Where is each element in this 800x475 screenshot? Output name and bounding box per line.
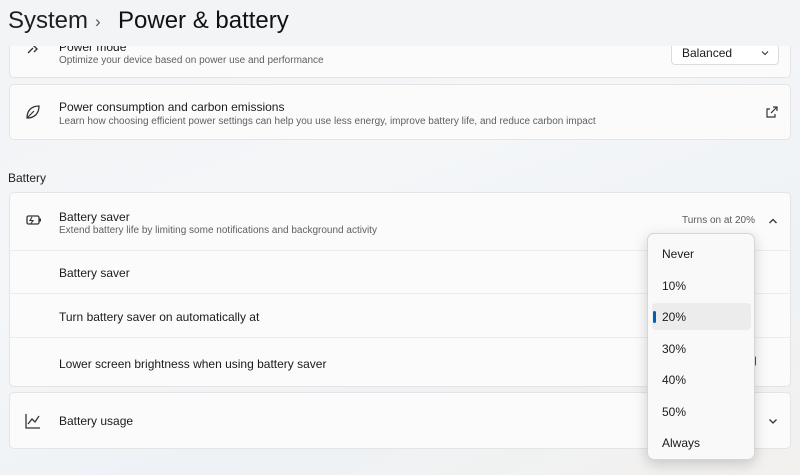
battery-saver-subtitle: Extend battery life by limiting some not… bbox=[59, 225, 377, 236]
dropdown-option-20[interactable]: 20% bbox=[652, 303, 751, 330]
power-consumption-subtitle: Learn how choosing efficient power setti… bbox=[59, 116, 596, 127]
chart-icon bbox=[25, 414, 40, 429]
power-mode-value: Balanced bbox=[682, 46, 733, 60]
leaf-icon bbox=[26, 105, 40, 119]
dropdown-option-30[interactable]: 30% bbox=[652, 335, 751, 362]
option-label: 20% bbox=[662, 310, 687, 324]
dropdown-option-40[interactable]: 40% bbox=[652, 366, 751, 393]
option-label: Never bbox=[662, 247, 695, 261]
battery-saver-status: Turns on at 20% bbox=[682, 215, 756, 226]
dropdown-option-10[interactable]: 10% bbox=[652, 272, 751, 299]
battery-saver-threshold-dropdown[interactable]: Never 10% 20% 30% 40% 50% Always bbox=[647, 233, 755, 460]
lower-brightness-row-label: Lower screen brightness when using batte… bbox=[59, 357, 327, 371]
battery-saver-icon bbox=[26, 215, 41, 225]
battery-usage-title: Battery usage bbox=[59, 414, 134, 428]
chevron-up-icon[interactable] bbox=[767, 215, 779, 227]
option-label: 30% bbox=[662, 342, 687, 356]
power-mode-subtitle: Optimize your device based on power use … bbox=[59, 55, 324, 66]
chevron-down-icon bbox=[761, 51, 769, 56]
option-label: 10% bbox=[662, 279, 687, 293]
battery-saver-title: Battery saver bbox=[59, 210, 130, 224]
battery-section-label: Battery bbox=[8, 171, 47, 185]
open-external-icon[interactable] bbox=[765, 105, 779, 119]
option-label: 40% bbox=[662, 373, 687, 387]
breadcrumb-separator-icon: › bbox=[95, 12, 101, 31]
dropdown-option-always[interactable]: Always bbox=[652, 429, 751, 456]
option-label: Always bbox=[662, 436, 701, 450]
breadcrumb-system[interactable]: System bbox=[8, 7, 88, 35]
power-consumption-card[interactable]: Power consumption and carbon emissions L… bbox=[9, 84, 791, 140]
selected-indicator bbox=[653, 311, 656, 323]
option-label: 50% bbox=[662, 405, 687, 419]
battery-saver-row-label: Battery saver bbox=[59, 266, 130, 280]
breadcrumb: System › Power & battery bbox=[0, 0, 800, 46]
dropdown-option-50[interactable]: 50% bbox=[652, 398, 751, 425]
power-consumption-title: Power consumption and carbon emissions bbox=[59, 100, 285, 114]
dropdown-option-never[interactable]: Never bbox=[652, 240, 751, 267]
chevron-down-icon[interactable] bbox=[767, 415, 779, 427]
page-title: Power & battery bbox=[118, 7, 289, 34]
auto-on-row-label: Turn battery saver on automatically at bbox=[59, 310, 260, 324]
